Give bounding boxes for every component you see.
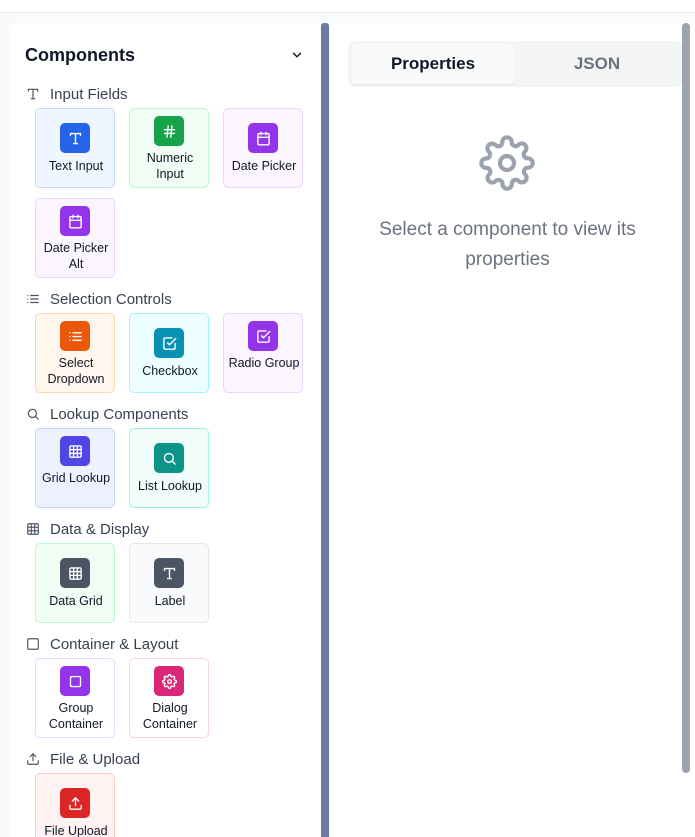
panel-tabs: Properties JSON [348, 41, 682, 87]
section-label: Selection Controls [50, 290, 172, 308]
section-container-layout: Container & Layout [25, 634, 178, 654]
search-icon [154, 443, 184, 473]
component-dialog-container[interactable]: Dialog Container [129, 658, 209, 738]
type-icon [25, 86, 41, 102]
component-checkbox[interactable]: Checkbox [129, 313, 209, 393]
gear-icon [479, 135, 535, 191]
section-label: Input Fields [50, 85, 128, 103]
component-label: File Upload [44, 824, 108, 837]
gear-icon [154, 666, 184, 696]
component-label: Date Picker Alt [43, 241, 109, 271]
list-icon [60, 321, 90, 351]
section-label: Container & Layout [50, 635, 179, 653]
table-icon [60, 436, 90, 466]
component-list-lookup[interactable]: List Lookup [129, 428, 209, 508]
calendar-icon [248, 123, 278, 153]
component-label: Select Dropdown [47, 356, 105, 386]
component-date-picker-alt[interactable]: Date Picker Alt [35, 198, 115, 278]
component-grid-lookup[interactable]: Grid Lookup [35, 428, 115, 508]
component-data-grid[interactable]: Data Grid [35, 543, 115, 623]
component-label: List Lookup [138, 479, 202, 493]
section-selection-controls: Selection Controls [25, 289, 172, 309]
component-radio-group[interactable]: Radio Group [223, 313, 303, 393]
component-label: Group Container [48, 701, 104, 731]
component-label: Grid Lookup [41, 471, 111, 485]
section-input-fields: Input Fields [25, 84, 128, 104]
hash-icon [154, 116, 184, 146]
component-group-container[interactable]: Group Container [35, 658, 115, 738]
component-label: Numeric Input [146, 151, 194, 181]
search-icon [25, 406, 41, 422]
component-text-input[interactable]: Text Input [35, 108, 115, 188]
table-icon [25, 521, 41, 537]
component-label: Label [154, 594, 186, 608]
type-icon [154, 558, 184, 588]
upload-icon [25, 751, 41, 767]
section-file-upload: File & Upload [25, 749, 140, 769]
check-square-icon [248, 321, 278, 351]
panel-resize-handle[interactable] [321, 23, 329, 837]
section-label: Lookup Components [50, 405, 189, 423]
section-data-display: Data & Display [25, 519, 149, 539]
calendar-icon [60, 206, 90, 236]
component-label: Radio Group [228, 356, 300, 370]
component-label: Data Grid [49, 594, 103, 608]
component-select-dropdown[interactable]: Select Dropdown [35, 313, 115, 393]
component-date-picker[interactable]: Date Picker [223, 108, 303, 188]
upload-icon [60, 788, 90, 818]
panel-title: Components [25, 44, 135, 65]
properties-panel: Properties JSON Select a component to vi… [330, 23, 695, 837]
table-icon [60, 558, 90, 588]
square-icon [25, 636, 41, 652]
tab-json[interactable]: JSON [515, 44, 679, 84]
scrollbar[interactable] [682, 23, 690, 773]
type-icon [60, 123, 90, 153]
component-numeric-input[interactable]: Numeric Input [129, 108, 209, 188]
component-label: Dialog Container [142, 701, 198, 731]
components-panel: Components Input Fields Text Input Numer… [10, 23, 320, 837]
empty-state-message: Select a component to view its propertie… [379, 219, 636, 270]
component-file-upload[interactable]: File Upload [35, 773, 115, 837]
list-icon [25, 291, 41, 307]
component-label: Date Picker [231, 159, 297, 173]
section-lookup-components: Lookup Components [25, 404, 188, 424]
section-label: File & Upload [50, 750, 141, 768]
section-label: Data & Display [50, 520, 150, 538]
square-icon [60, 666, 90, 696]
top-bar [0, 0, 695, 13]
component-label: Checkbox [142, 364, 198, 378]
components-panel-header[interactable]: Components [25, 43, 305, 67]
chevron-down-icon[interactable] [289, 47, 305, 63]
tab-properties[interactable]: Properties [351, 44, 515, 84]
check-square-icon [154, 328, 184, 358]
component-label-element[interactable]: Label [129, 543, 209, 623]
component-label: Text Input [48, 159, 104, 173]
